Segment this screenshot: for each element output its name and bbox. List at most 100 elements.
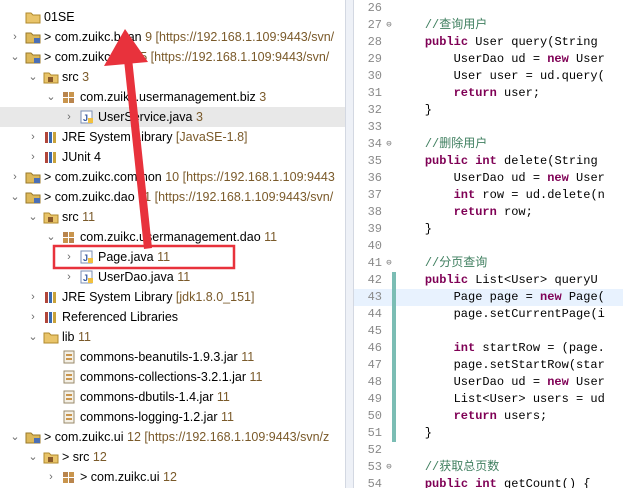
code-token: new xyxy=(547,171,569,185)
code-line[interactable]: 40 xyxy=(354,238,623,255)
tree-item[interactable]: ⌄ > com.zuikc.dao 11 [https://192.168.1.1… xyxy=(0,187,345,207)
tree-item[interactable]: commons-collections-3.2.1.jar 11 xyxy=(0,367,345,387)
tree-item-text: > com.zuikc.dao xyxy=(44,190,135,204)
fold-toggle-icon[interactable]: ⊖ xyxy=(384,136,394,153)
chevron-right-icon[interactable]: › xyxy=(44,467,58,487)
chevron-right-icon[interactable]: › xyxy=(26,147,40,167)
library-icon xyxy=(43,130,59,144)
code-line[interactable]: 38 return row; xyxy=(354,204,623,221)
source-folder-icon xyxy=(43,450,59,464)
tree-item[interactable]: commons-dbutils-1.4.jar 11 xyxy=(0,387,345,407)
tree-item[interactable]: › J UserDao.java 11 xyxy=(0,267,345,287)
tree-item-decoration: 11 xyxy=(217,410,235,424)
chevron-down-icon[interactable]: ⌄ xyxy=(44,87,58,107)
code-line[interactable]: 28 public User query(String xyxy=(354,34,623,51)
tree-item[interactable]: 01SE xyxy=(0,7,345,27)
fold-toggle-icon[interactable]: ⊖ xyxy=(384,459,394,476)
chevron-down-icon[interactable]: ⌄ xyxy=(26,67,40,87)
code-text: return user; xyxy=(396,85,540,102)
code-line[interactable]: 52 xyxy=(354,442,623,459)
fold-toggle-icon[interactable]: ⊖ xyxy=(384,17,394,34)
tree-item[interactable]: › J Page.java 11 xyxy=(0,247,345,267)
code-line[interactable]: 27 ⊖ //查询用户 xyxy=(354,17,623,34)
code-line[interactable]: 41 ⊖ //分页查询 xyxy=(354,255,623,272)
tree-item[interactable]: › > com.zuikc.bean 9 [https://192.168.1.1… xyxy=(0,27,345,47)
code-line[interactable]: 30 User user = ud.query( xyxy=(354,68,623,85)
tree-item[interactable]: ⌄ > com.zuikc.ui 12 [https://192.168.1.10… xyxy=(0,427,345,447)
chevron-down-icon[interactable]: ⌄ xyxy=(26,327,40,347)
tree-item[interactable]: ⌄ lib 11 xyxy=(0,327,345,347)
code-line[interactable]: 34 ⊖ //删除用户 xyxy=(354,136,623,153)
tree-item-text: commons-logging-1.2.jar xyxy=(80,410,218,424)
chevron-right-icon[interactable]: › xyxy=(8,167,22,187)
code-text: page.setCurrentPage(i xyxy=(396,306,605,323)
code-line[interactable]: 35 public int delete(String xyxy=(354,153,623,170)
library-icon xyxy=(43,310,59,324)
tree-item-label: > com.zuikc.ui 12 xyxy=(80,467,177,487)
chevron-right-icon[interactable]: › xyxy=(62,267,76,287)
chevron-down-icon[interactable]: ⌄ xyxy=(44,227,58,247)
library-icon xyxy=(43,290,59,304)
tree-item[interactable]: commons-beanutils-1.9.3.jar 11 xyxy=(0,347,345,367)
tree-item[interactable]: › JUnit 4 xyxy=(0,147,345,167)
line-number: 52 xyxy=(367,443,382,457)
tree-item[interactable]: ⌄ src 3 xyxy=(0,67,345,87)
tree-item[interactable]: ⌄ com.zuikc.usermanagement.biz 3 xyxy=(0,87,345,107)
code-line[interactable]: 26 xyxy=(354,0,623,17)
chevron-down-icon[interactable]: ⌄ xyxy=(26,207,40,227)
java-file-icon: J xyxy=(79,250,95,264)
tree-item[interactable]: commons-logging-1.2.jar 11 xyxy=(0,407,345,427)
tree-item-decoration: 3 xyxy=(255,90,267,104)
tree-item[interactable]: › > com.zuikc.common 10 [https://192.168.… xyxy=(0,167,345,187)
chevron-right-icon[interactable]: › xyxy=(26,127,40,147)
tree-item-label: lib 11 xyxy=(62,327,91,347)
line-number: 40 xyxy=(367,239,382,253)
chevron-right-icon[interactable]: › xyxy=(26,287,40,307)
code-line[interactable]: 39 } xyxy=(354,221,623,238)
code-token: new xyxy=(540,290,562,304)
chevron-down-icon[interactable]: ⌄ xyxy=(8,47,22,67)
chevron-right-icon[interactable]: › xyxy=(8,27,22,47)
chevron-right-icon[interactable]: › xyxy=(62,247,76,267)
change-marker xyxy=(392,272,396,442)
tree-item[interactable]: › Referenced Libraries xyxy=(0,307,345,327)
chevron-right-icon[interactable]: › xyxy=(26,307,40,327)
folder-icon xyxy=(25,10,41,24)
code-line[interactable]: 36 UserDao ud = new User xyxy=(354,170,623,187)
tree-item-decoration: 11 xyxy=(78,210,96,224)
code-editor[interactable]: 26 27 ⊖ //查询用户 28 public User query(String … xyxy=(354,0,623,488)
code-line[interactable]: 37 int row = ud.delete(n xyxy=(354,187,623,204)
tree-item[interactable]: › JRE System Library [jdk1.8.0_151] xyxy=(0,287,345,307)
tree-item-label: JRE System Library [JavaSE-1.8] xyxy=(62,127,248,147)
chevron-right-icon[interactable]: › xyxy=(62,107,76,127)
line-number: 31 xyxy=(367,86,382,100)
view-divider[interactable] xyxy=(345,0,354,488)
code-token: getCount() { xyxy=(496,477,591,488)
tree-item[interactable]: ⌄ > src 12 xyxy=(0,447,345,467)
line-number: 50 xyxy=(367,409,382,423)
tree-item[interactable]: › JRE System Library [JavaSE-1.8] xyxy=(0,127,345,147)
fold-toggle-icon[interactable]: ⊖ xyxy=(384,255,394,272)
code-text: int row = ud.delete(n xyxy=(396,187,605,204)
code-line[interactable]: 54 public int getCount() { xyxy=(354,476,623,488)
code-line[interactable]: 53 ⊖ //获取总页数 xyxy=(354,459,623,476)
tree-item[interactable]: ⌄ com.zuikc.usermanagement.dao 11 xyxy=(0,227,345,247)
code-line[interactable]: 32 } xyxy=(354,102,623,119)
chevron-down-icon[interactable]: ⌄ xyxy=(26,447,40,467)
tree-item[interactable]: › J UserService.java 3 xyxy=(0,107,345,127)
chevron-down-icon[interactable]: ⌄ xyxy=(8,187,22,207)
tree-item-decoration: 15 [https://192.168.1.109:9443/svn/ xyxy=(129,50,330,64)
code-line[interactable]: 31 return user; xyxy=(354,85,623,102)
line-number: 41 xyxy=(367,256,382,270)
code-line[interactable]: 33 xyxy=(354,119,623,136)
code-line[interactable]: 29 UserDao ud = new User xyxy=(354,51,623,68)
java-file-icon: J xyxy=(79,110,95,124)
chevron-down-icon[interactable]: ⌄ xyxy=(8,427,22,447)
tree-item[interactable]: ⌄ > com.zuikc.biz 15 [https://192.168.1.1… xyxy=(0,47,345,67)
tree-item[interactable]: ⌄ src 11 xyxy=(0,207,345,227)
tree-item[interactable]: › > com.zuikc.ui 12 xyxy=(0,467,345,487)
